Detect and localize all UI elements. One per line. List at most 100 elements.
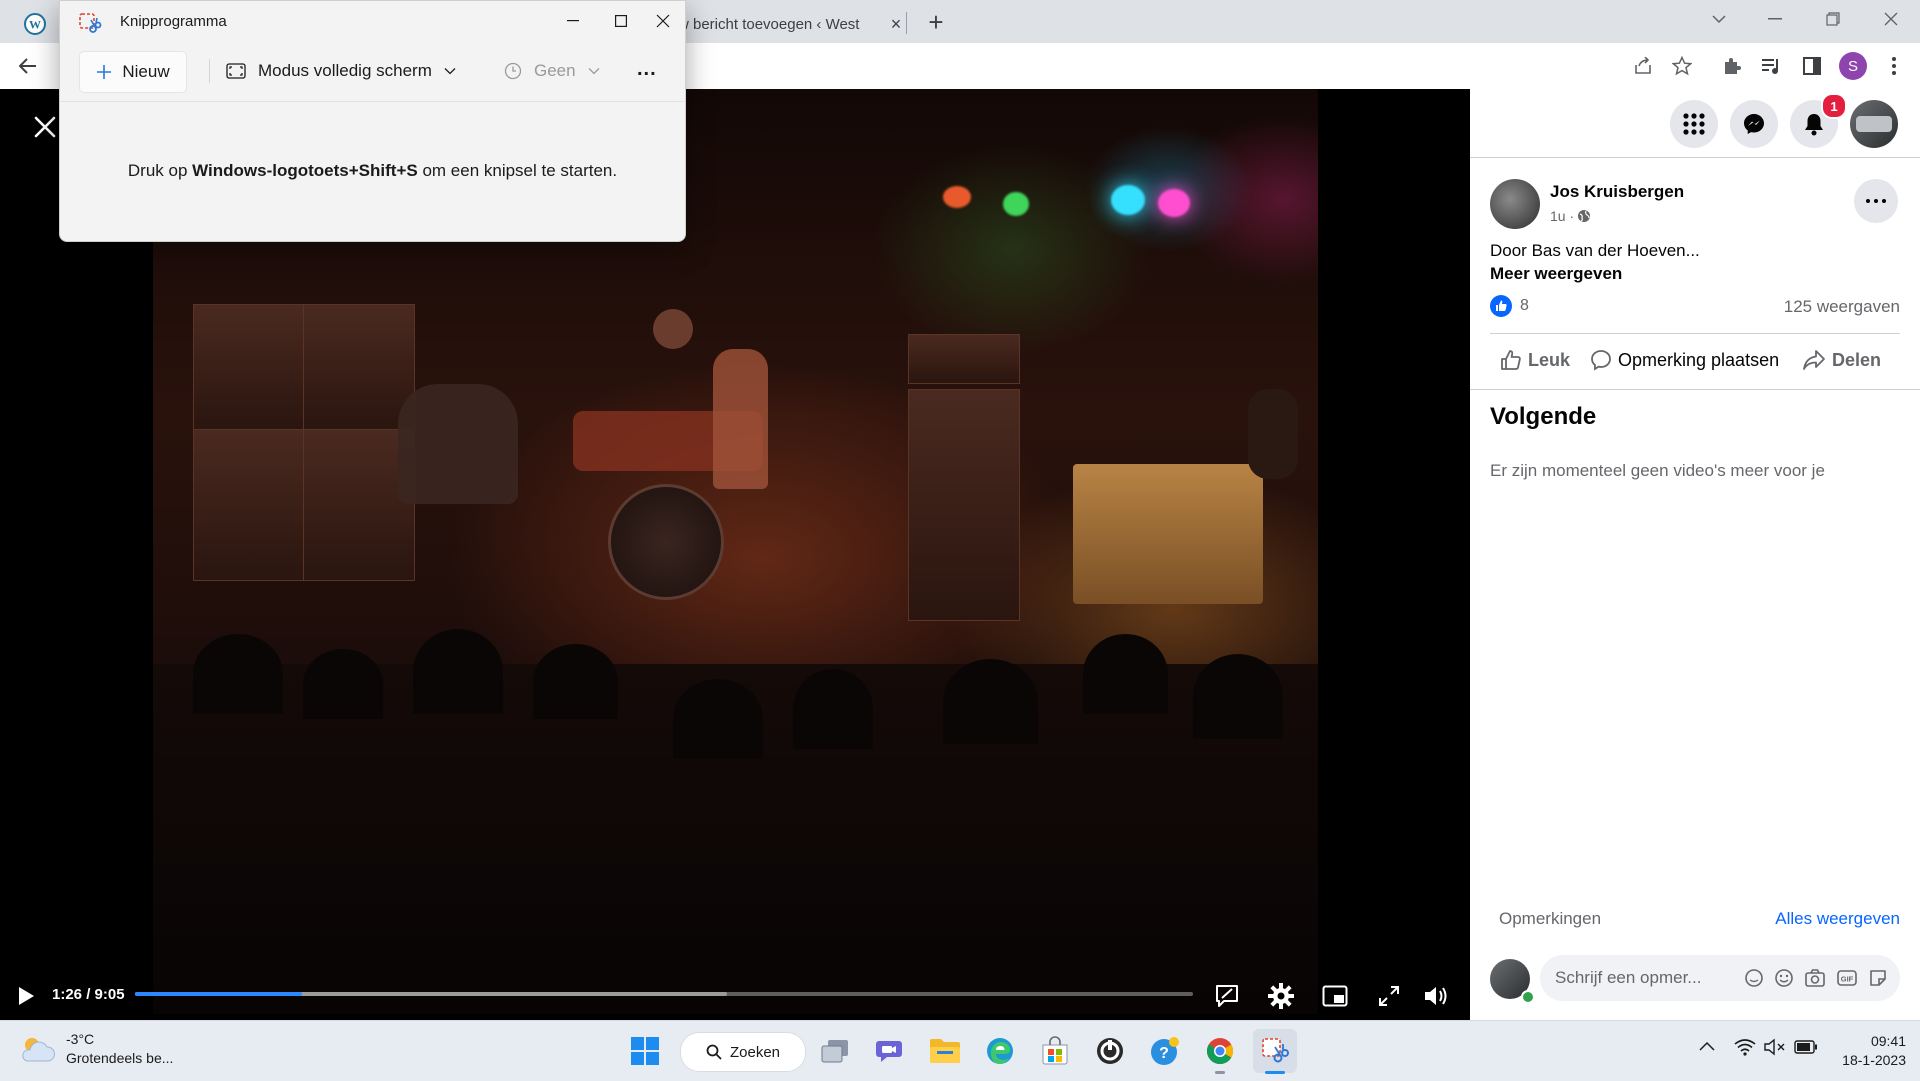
close-icon <box>1884 12 1898 26</box>
profile-avatar[interactable]: S <box>1839 52 1867 80</box>
microsoft-store-button[interactable] <box>1033 1029 1077 1073</box>
bookmark-button[interactable] <box>1664 48 1700 84</box>
clock-icon <box>504 62 522 80</box>
see-all-comments-link[interactable]: Alles weergeven <box>1775 909 1900 929</box>
puzzle-icon <box>1725 58 1741 74</box>
share-post-button[interactable]: Delen <box>1802 349 1881 371</box>
start-button[interactable] <box>623 1029 667 1073</box>
picture-in-picture-button[interactable] <box>1317 978 1353 1014</box>
teams-chat-button[interactable] <box>868 1029 912 1073</box>
globe-icon <box>1578 210 1591 222</box>
extensions-button[interactable] <box>1714 48 1750 84</box>
weather-widget[interactable]: -3°C Grotendeels be... <box>18 1030 173 1068</box>
chrome-button[interactable] <box>1198 1029 1242 1073</box>
messenger-button[interactable] <box>1730 100 1778 148</box>
wifi-button[interactable] <box>1734 1038 1756 1056</box>
edge-browser-icon <box>987 1038 1013 1064</box>
snip-maximize-button[interactable] <box>601 1 641 41</box>
volume-tray-button[interactable] <box>1764 1038 1786 1056</box>
new-snip-button[interactable]: Nieuw <box>79 51 187 93</box>
new-tab-button[interactable]: + <box>920 6 952 38</box>
wifi-icon <box>1734 1039 1756 1056</box>
snip-more-button[interactable]: ... <box>637 49 657 89</box>
share-label: Delen <box>1832 349 1882 370</box>
task-view-button[interactable] <box>813 1029 857 1073</box>
show-hidden-icons-button[interactable] <box>1698 1040 1716 1052</box>
settings-button[interactable] <box>1263 978 1299 1014</box>
back-button[interactable] <box>10 48 46 84</box>
account-avatar[interactable] <box>1850 100 1898 148</box>
battery-button[interactable] <box>1794 1040 1818 1054</box>
fullscreen-mode-icon <box>226 63 246 79</box>
browser-tab-wordpress-post[interactable]: w bericht toevoegen ‹ West × <box>678 6 908 43</box>
stage-light <box>943 186 971 208</box>
sticker-icon[interactable] <box>1868 968 1888 988</box>
post-age[interactable]: 1u · <box>1550 208 1574 224</box>
fullscreen-button[interactable] <box>1371 978 1407 1014</box>
crowd-head <box>1193 654 1283 739</box>
star-icon <box>1672 56 1692 76</box>
taskbar-search[interactable]: Zoeken <box>680 1032 806 1072</box>
taskbar-search-label: Zoeken <box>729 1043 781 1061</box>
divider <box>1490 333 1900 334</box>
divider <box>1470 157 1920 158</box>
wordpress-tab[interactable]: W <box>14 6 50 40</box>
clock[interactable]: 09:41 18-1-2023 <box>1830 1032 1906 1070</box>
reactions[interactable]: 8 <box>1490 295 1529 317</box>
plus-icon <box>97 65 112 79</box>
play-button[interactable] <box>8 978 44 1014</box>
side-panel-icon <box>1803 57 1821 75</box>
tab-search-button[interactable] <box>1690 0 1748 38</box>
captions-button[interactable] <box>1209 978 1245 1014</box>
close-video-button[interactable] <box>28 110 62 144</box>
post-author[interactable]: Jos Kruisbergen <box>1550 182 1684 202</box>
crowd-head <box>1083 634 1168 714</box>
comment-label: Opmerking plaatsen <box>1618 349 1780 370</box>
weather-desc: Grotendeels be... <box>66 1050 174 1066</box>
file-explorer-button[interactable] <box>923 1029 967 1073</box>
close-icon <box>656 14 670 28</box>
pip-icon <box>1322 985 1348 1007</box>
snipping-tool-window: Knipprogramma Nieuw Modus volledig scher… <box>59 0 686 242</box>
gif-icon[interactable]: GIF <box>1836 968 1858 988</box>
snip-minimize-button[interactable] <box>545 1 601 41</box>
comment-button[interactable]: Opmerking plaatsen <box>1590 349 1779 371</box>
up-next-empty-message: Er zijn momenteel geen video's meer voor… <box>1490 461 1825 480</box>
browser-minimize-button[interactable] <box>1746 0 1804 38</box>
side-panel-button[interactable] <box>1794 48 1830 84</box>
close-icon <box>34 116 56 138</box>
camera-icon[interactable] <box>1804 968 1826 988</box>
browser-close-button[interactable] <box>1862 0 1920 38</box>
see-more-link[interactable]: Meer weergeven <box>1490 264 1622 284</box>
keyboard-organ <box>1073 464 1263 604</box>
snip-mode-dropdown[interactable]: Modus volledig scherm <box>226 51 456 91</box>
media-control-button[interactable] <box>1753 48 1789 84</box>
snipping-tool-title: Knipprogramma <box>120 13 227 30</box>
chevron-down-icon <box>444 68 456 75</box>
post-options-button[interactable] <box>1854 179 1898 223</box>
volume-button[interactable] <box>1419 978 1455 1014</box>
browser-menu-button[interactable] <box>1876 48 1912 84</box>
app-button[interactable] <box>1088 1029 1132 1073</box>
browser-restore-button[interactable] <box>1804 0 1862 38</box>
stage-light <box>1158 189 1190 217</box>
snip-close-button[interactable] <box>641 1 685 41</box>
edge-button[interactable] <box>978 1029 1022 1073</box>
tab-close-button[interactable]: × <box>884 14 908 35</box>
snip-delay-dropdown[interactable]: Geen <box>504 51 600 91</box>
avatar-sticker-icon[interactable] <box>1744 968 1764 988</box>
up-next-title: Volgende <box>1490 403 1597 430</box>
snipping-tool-taskbar-button[interactable] <box>1253 1029 1297 1073</box>
support-app-button[interactable]: ? <box>1143 1029 1187 1073</box>
author-avatar[interactable] <box>1490 179 1540 229</box>
like-button[interactable]: Leuk <box>1500 349 1570 371</box>
minimize-icon <box>1768 18 1782 20</box>
comment-input-placeholder[interactable]: Schrijf een opmer... <box>1555 968 1744 988</box>
comment-input-box[interactable]: Schrijf een opmer... GIF <box>1540 955 1900 1001</box>
like-label: Leuk <box>1528 349 1571 370</box>
svg-text:?: ? <box>1159 1045 1169 1062</box>
emoji-icon[interactable] <box>1774 968 1794 988</box>
menu-button[interactable] <box>1670 100 1718 148</box>
divider <box>1470 389 1920 390</box>
share-button[interactable] <box>1625 48 1661 84</box>
